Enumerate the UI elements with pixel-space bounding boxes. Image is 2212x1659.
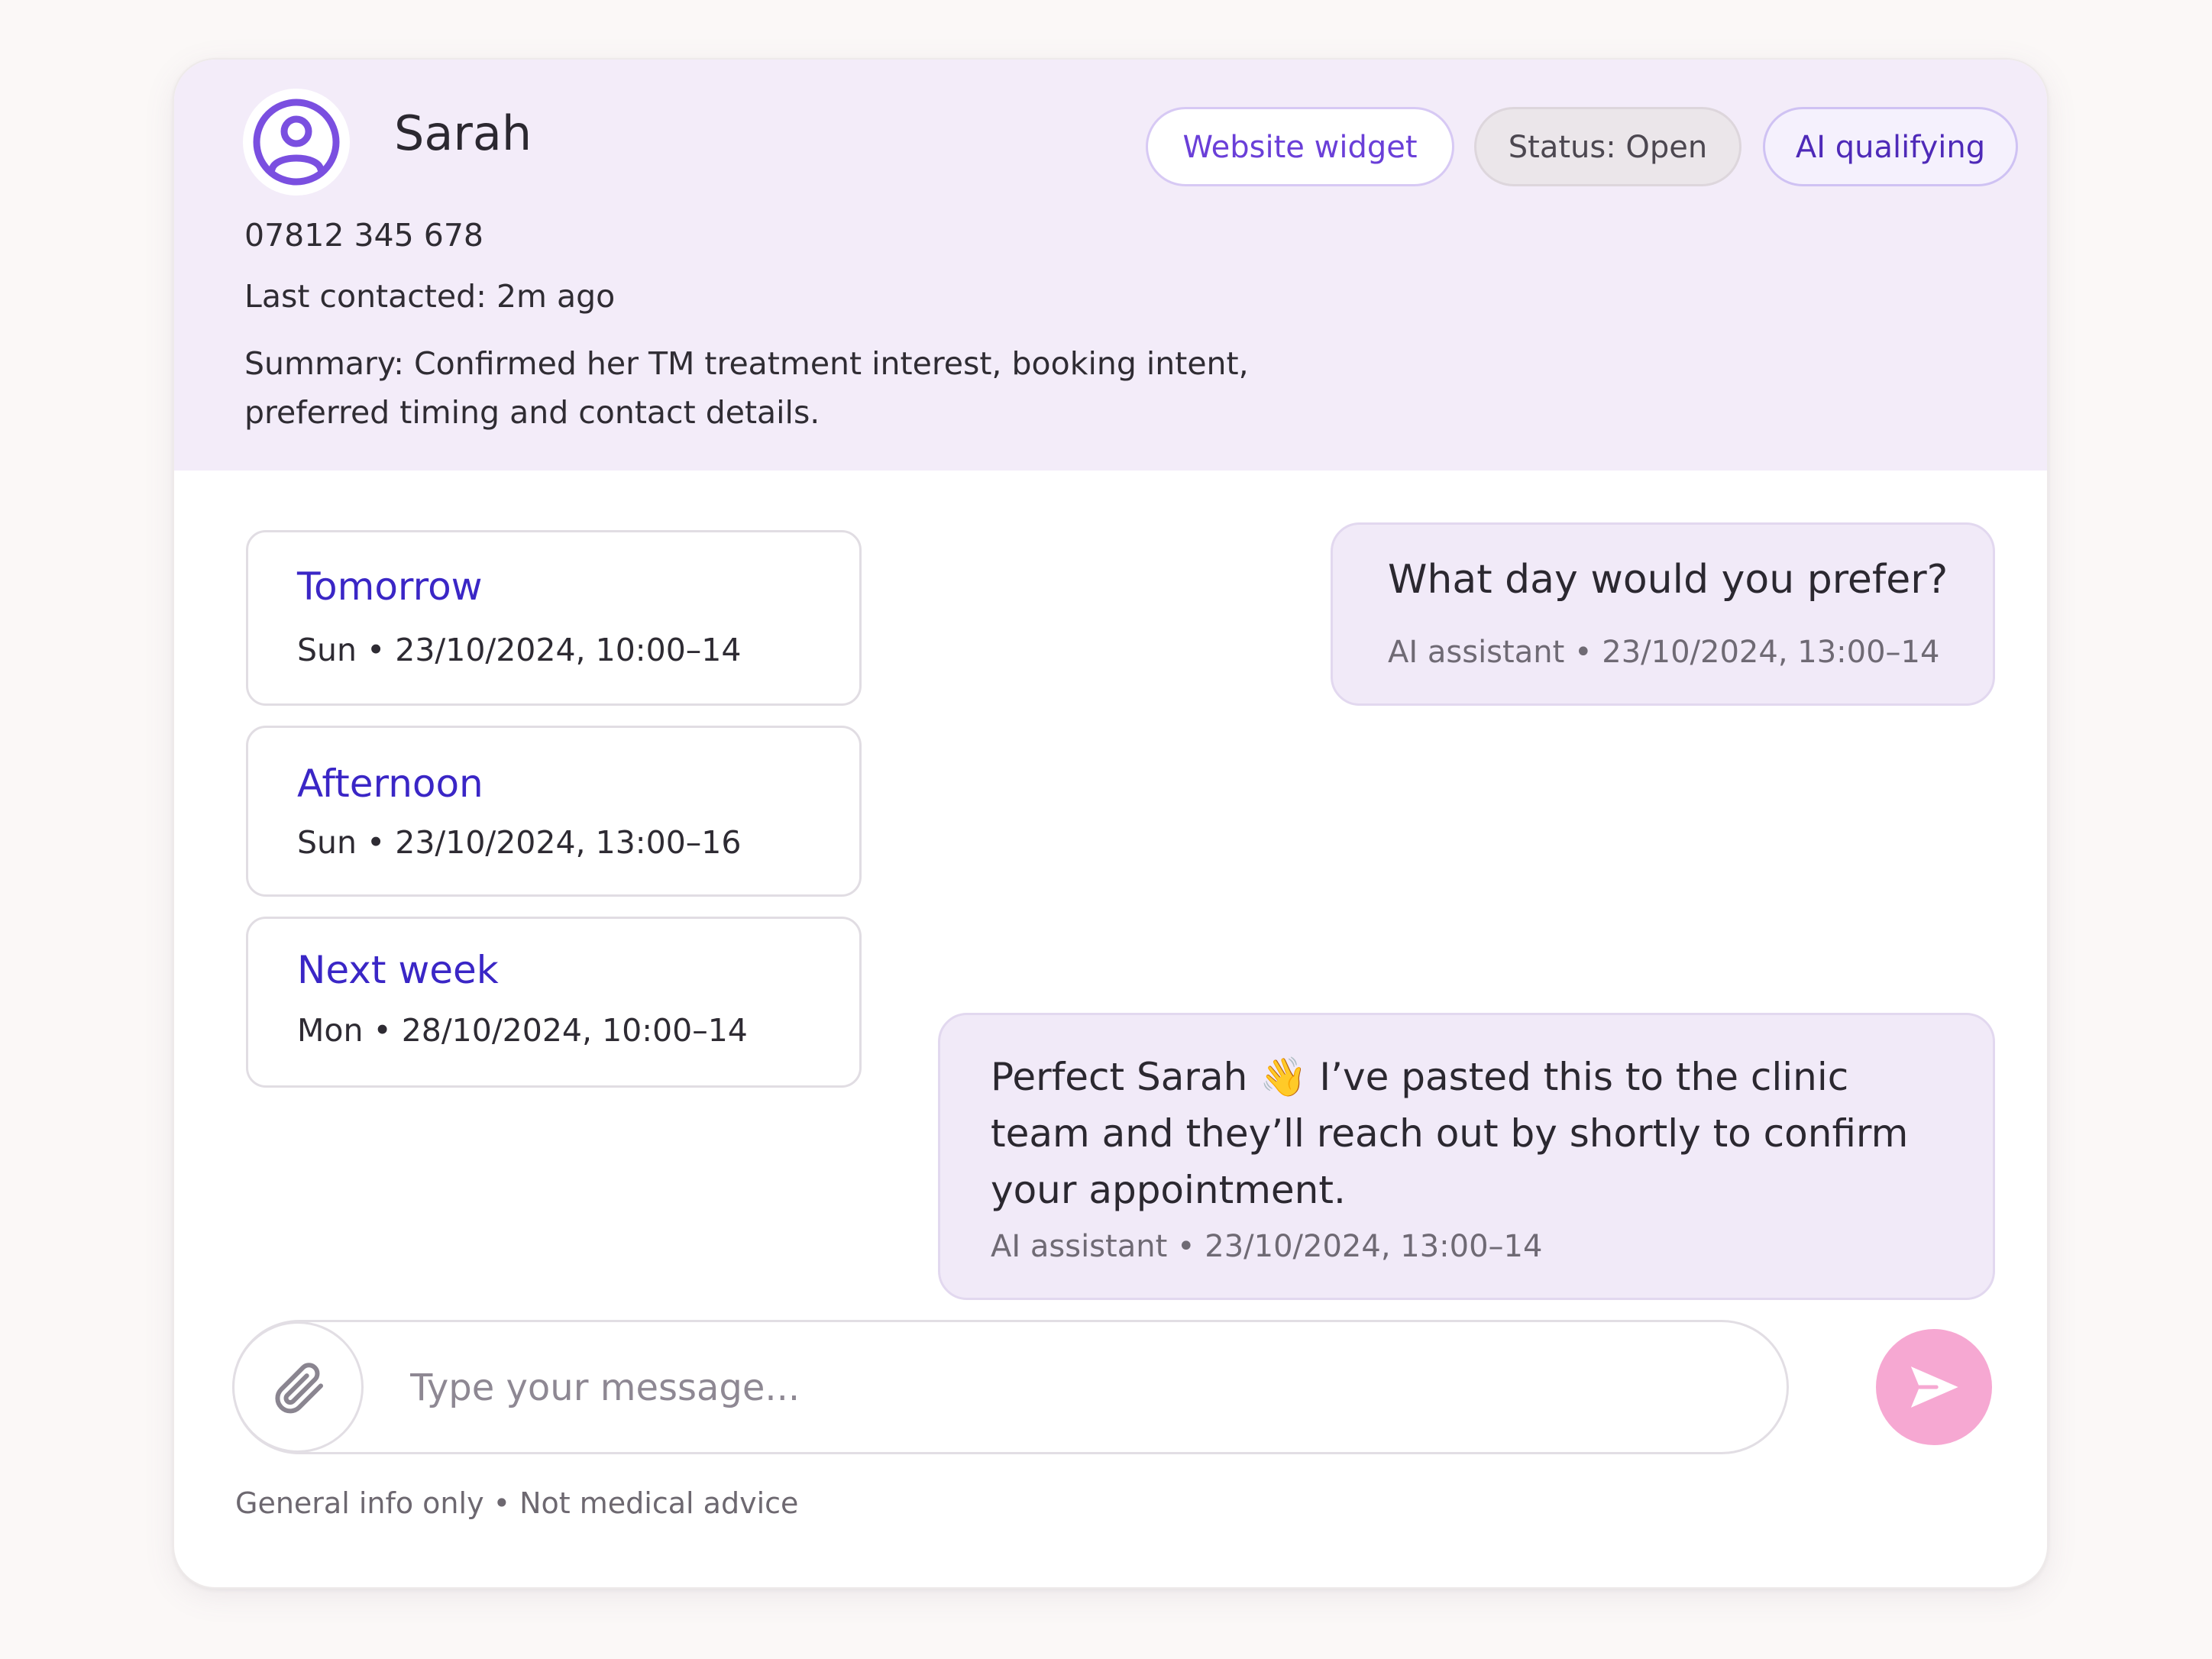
- user-circle-icon: [253, 99, 340, 186]
- avatar: [243, 89, 350, 196]
- last-contacted: Last contacted: 2m ago: [244, 278, 616, 315]
- contact-name: Sarah: [394, 105, 532, 161]
- message-meta: AI assistant • 23/10/2024, 13:00–14: [1388, 635, 1940, 670]
- conversation-card: Sarah Website widget Status: Open AI qua…: [173, 58, 2049, 1589]
- time-option-next-week[interactable]: Next week Mon • 28/10/2024, 10:00–14: [246, 917, 862, 1088]
- assistant-message: Perfect Sarah 👋 I’ve pasted this to the …: [938, 1013, 1995, 1300]
- send-icon: [1910, 1366, 1958, 1408]
- option-subtitle: Mon • 28/10/2024, 10:00–14: [297, 1012, 748, 1049]
- send-button[interactable]: [1876, 1329, 1992, 1445]
- message-input[interactable]: [410, 1350, 1739, 1426]
- contact-header: Sarah Website widget Status: Open AI qua…: [174, 60, 2047, 471]
- option-subtitle: Sun • 23/10/2024, 13:00–16: [297, 824, 742, 861]
- contact-phone: 07812 345 678: [244, 217, 484, 254]
- message-text-start: Perfect Sarah: [991, 1055, 1248, 1099]
- option-subtitle: Sun • 23/10/2024, 10:00–14: [297, 632, 742, 668]
- time-option-afternoon[interactable]: Afternoon Sun • 23/10/2024, 13:00–16: [246, 726, 862, 897]
- message-meta: AI assistant • 23/10/2024, 13:00–14: [991, 1229, 1543, 1264]
- assistant-message: What day would you prefer? AI assistant …: [1331, 522, 1995, 706]
- source-badge[interactable]: Website widget: [1146, 107, 1454, 186]
- attach-button[interactable]: [232, 1321, 364, 1453]
- paperclip-icon: [275, 1363, 323, 1414]
- option-title: Afternoon: [297, 762, 483, 806]
- message-text: What day would you prefer?: [1388, 557, 1948, 603]
- message-text: Perfect Sarah 👋 I’ve pasted this to the …: [991, 1049, 1953, 1218]
- status-badge[interactable]: Status: Open: [1474, 107, 1741, 186]
- option-title: Tomorrow: [297, 564, 483, 609]
- option-title: Next week: [297, 948, 499, 992]
- time-option-tomorrow[interactable]: Tomorrow Sun • 23/10/2024, 10:00–14: [246, 530, 862, 706]
- disclaimer: General info only • Not medical advice: [235, 1486, 799, 1520]
- ai-qualifying-badge[interactable]: AI qualifying: [1763, 107, 2018, 186]
- waving-hand-emoji: 👋: [1260, 1055, 1308, 1099]
- message-composer: [232, 1320, 1789, 1454]
- conversation-summary: Summary: Confirmed her TM treatment inte…: [244, 345, 1249, 431]
